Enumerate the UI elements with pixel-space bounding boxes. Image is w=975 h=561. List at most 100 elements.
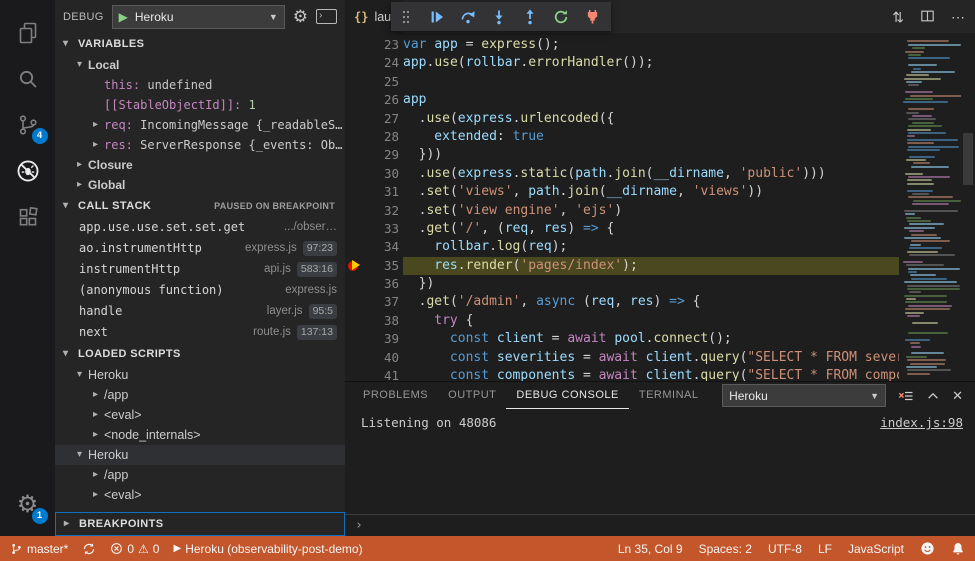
debug-console-input[interactable]: › xyxy=(345,514,975,536)
breakpoint-gutter[interactable]: 31 xyxy=(345,183,403,201)
call-stack-frame[interactable]: nextroute.js137:13 xyxy=(55,322,345,343)
breakpoint-gutter[interactable]: 23 xyxy=(345,36,403,54)
breakpoint-gutter[interactable]: 26 xyxy=(345,91,403,109)
loaded-script-row[interactable]: ▸<eval> xyxy=(55,485,345,505)
panel-tab-problems[interactable]: PROBLEMS xyxy=(353,383,438,409)
code-line[interactable]: 28extended: true xyxy=(345,128,899,146)
code-line[interactable]: 27.use(express.urlencoded({ xyxy=(345,110,899,128)
minimap[interactable] xyxy=(899,33,961,381)
breakpoint-gutter[interactable]: 29 xyxy=(345,146,403,164)
breakpoints-section-header[interactable]: ▸ BREAKPOINTS xyxy=(55,512,345,536)
breakpoint-gutter[interactable]: 27 xyxy=(345,110,403,128)
maximize-panel-icon[interactable] xyxy=(926,389,940,403)
debug-icon[interactable] xyxy=(6,148,50,194)
code-line[interactable]: 26app xyxy=(345,91,899,109)
notifications-bell-icon[interactable] xyxy=(951,542,965,556)
breakpoint-gutter[interactable]: 38 xyxy=(345,312,403,330)
feedback-smiley-icon[interactable] xyxy=(920,541,935,556)
git-branch-item[interactable]: master* xyxy=(10,542,68,556)
indentation-item[interactable]: Spaces: 2 xyxy=(699,542,752,556)
breakpoint-gutter[interactable]: 30 xyxy=(345,165,403,183)
breakpoint-gutter[interactable]: 33 xyxy=(345,220,403,238)
call-stack-frame[interactable]: ao.instrumentHttpexpress.js97:23 xyxy=(55,238,345,259)
breakpoint-gutter[interactable]: 36 xyxy=(345,275,403,293)
code-line[interactable]: 29})) xyxy=(345,146,899,164)
step-over-icon[interactable] xyxy=(459,8,477,26)
loaded-script-row[interactable]: ▸/app xyxy=(55,465,345,485)
code-line[interactable]: 35res.render('pages/index'); xyxy=(345,257,899,275)
source-location-link[interactable]: index.js:98 xyxy=(880,415,963,430)
debug-session-dropdown[interactable]: Heroku ▼ xyxy=(722,384,886,407)
call-stack-frame[interactable]: instrumentHttpapi.js583:16 xyxy=(55,259,345,280)
toolbar-drag-handle[interactable] xyxy=(397,8,415,26)
call-stack-frame[interactable]: (anonymous function)express.js xyxy=(55,280,345,301)
variable-row[interactable]: [[StableObjectId]]: 1 xyxy=(55,95,345,115)
breakpoint-gutter[interactable]: 28 xyxy=(345,128,403,146)
breakpoint-gutter[interactable]: 40 xyxy=(345,349,403,367)
toggle-debug-console-icon[interactable]: › xyxy=(316,9,337,24)
variable-row[interactable]: ▸res: ServerResponse {_events: Ob… xyxy=(55,135,345,155)
extensions-icon[interactable] xyxy=(6,194,50,240)
breakpoint-gutter[interactable]: 39 xyxy=(345,330,403,348)
breakpoint-gutter[interactable]: 35 xyxy=(345,257,403,275)
eol-item[interactable]: LF xyxy=(818,542,832,556)
code-line[interactable]: 33.get('/', (req, res) => { xyxy=(345,220,899,238)
sync-changes-item[interactable] xyxy=(82,542,96,556)
panel-tab-terminal[interactable]: TERMINAL xyxy=(629,383,709,409)
code-line[interactable]: 31.set('views', path.join(__dirname, 'vi… xyxy=(345,183,899,201)
code-line[interactable]: 23var app = express(); xyxy=(345,36,899,54)
close-panel-icon[interactable]: ✕ xyxy=(952,388,963,404)
split-editor-icon[interactable] xyxy=(920,9,935,25)
panel-tab-output[interactable]: OUTPUT xyxy=(438,383,506,409)
start-debug-icon[interactable]: ▶ xyxy=(119,10,128,24)
debug-target-item[interactable]: ▶ Heroku (observability-post-demo) xyxy=(173,542,362,556)
breakpoint-gutter[interactable]: 32 xyxy=(345,202,403,220)
breakpoint-gutter[interactable]: 25 xyxy=(345,73,403,91)
variable-row[interactable]: ▸req: IncomingMessage {_readableS… xyxy=(55,115,345,135)
language-mode-item[interactable]: JavaScript xyxy=(848,542,904,556)
variable-row[interactable]: this: undefined xyxy=(55,75,345,95)
explorer-icon[interactable] xyxy=(6,10,50,56)
code-line[interactable]: 38try { xyxy=(345,312,899,330)
variables-scope-row[interactable]: ▸Closure xyxy=(55,155,345,175)
variables-section-header[interactable]: ▾ VARIABLES xyxy=(55,33,345,55)
encoding-item[interactable]: UTF-8 xyxy=(768,542,802,556)
code-line[interactable]: 24app.use(rollbar.errorHandler()); xyxy=(345,54,899,72)
code-line[interactable]: 25 xyxy=(345,73,899,91)
loaded-script-row[interactable]: ▾Heroku xyxy=(55,365,345,385)
code-line[interactable]: 41const components = await client.query(… xyxy=(345,367,899,381)
editor-scrollbar[interactable] xyxy=(961,33,975,381)
code-line[interactable]: 36}) xyxy=(345,275,899,293)
call-stack-section-header[interactable]: ▾ CALL STACK PAUSED ON BREAKPOINT xyxy=(55,195,345,217)
breakpoint-gutter[interactable]: 24 xyxy=(345,54,403,72)
more-actions-icon[interactable]: ⋯ xyxy=(951,10,965,24)
step-into-icon[interactable] xyxy=(490,8,508,26)
breakpoint-gutter[interactable]: 41 xyxy=(345,367,403,381)
breakpoint-gutter[interactable]: 34 xyxy=(345,238,403,256)
variables-scope-row[interactable]: ▾Local xyxy=(55,55,345,75)
sync-changes-icon[interactable]: ⇅ xyxy=(892,10,904,24)
code-line[interactable]: 30.use(express.static(path.join(__dirnam… xyxy=(345,165,899,183)
manage-gear-icon[interactable]: ⚙ 1 xyxy=(6,482,50,528)
panel-tab-debug-console[interactable]: DEBUG CONSOLE xyxy=(506,383,628,409)
variables-scope-row[interactable]: ▸Global xyxy=(55,175,345,195)
debug-config-dropdown[interactable]: ▶ Heroku ▼ xyxy=(112,5,285,29)
loaded-scripts-section-header[interactable]: ▾ LOADED SCRIPTS xyxy=(55,343,345,365)
call-stack-frame[interactable]: app.use.use.set.set.get.../obser… xyxy=(55,217,345,238)
code-line[interactable]: 39const client = await pool.connect(); xyxy=(345,330,899,348)
disconnect-icon[interactable] xyxy=(583,8,601,26)
loaded-script-row[interactable]: ▸<node_internals> xyxy=(55,425,345,445)
code-line[interactable]: 32.set('view engine', 'ejs') xyxy=(345,202,899,220)
problems-item[interactable]: 0 ⚠ 0 xyxy=(110,542,159,556)
call-stack-frame[interactable]: handlelayer.js95:5 xyxy=(55,301,345,322)
step-out-icon[interactable] xyxy=(521,8,539,26)
search-icon[interactable] xyxy=(6,56,50,102)
clear-console-icon[interactable] xyxy=(898,388,914,404)
code-line[interactable]: 40const severities = await client.query(… xyxy=(345,349,899,367)
breakpoint-gutter[interactable]: 37 xyxy=(345,293,403,311)
configure-debug-icon[interactable]: ⚙ xyxy=(293,8,308,25)
loaded-script-row[interactable]: ▸<eval> xyxy=(55,405,345,425)
scrollbar-thumb[interactable] xyxy=(963,133,973,185)
loaded-script-row[interactable]: ▸/app xyxy=(55,385,345,405)
code-line[interactable]: 37.get('/admin', async (req, res) => { xyxy=(345,293,899,311)
